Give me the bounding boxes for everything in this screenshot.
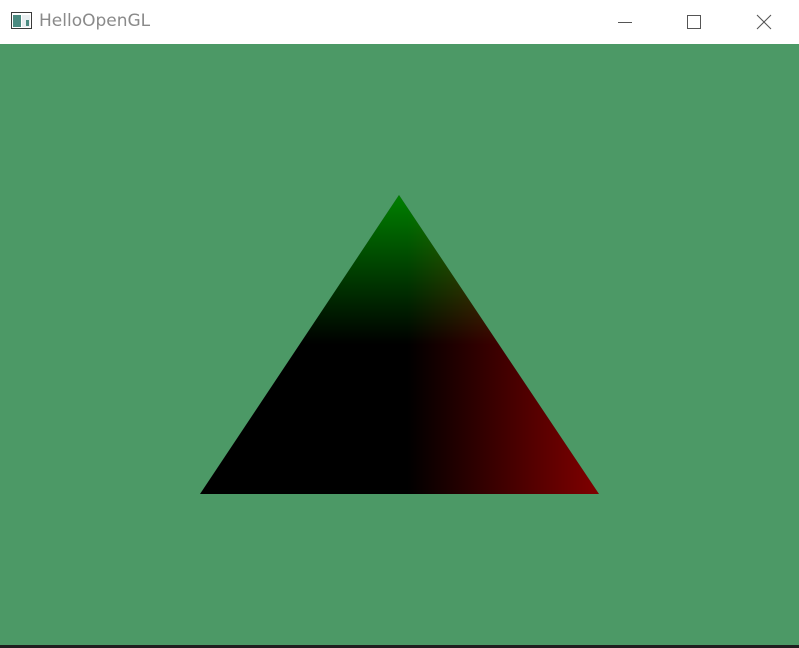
render-viewport[interactable]	[0, 44, 799, 645]
opengl-window: HelloOpenGL	[0, 0, 799, 648]
close-button[interactable]	[741, 0, 787, 44]
window-app-icon	[11, 12, 32, 29]
title-bar[interactable]: HelloOpenGL	[0, 0, 799, 44]
minimize-icon	[618, 22, 632, 23]
window-title: HelloOpenGL	[39, 11, 151, 31]
maximize-button[interactable]	[671, 0, 717, 44]
close-icon	[756, 14, 772, 30]
maximize-icon	[687, 15, 701, 29]
minimize-button[interactable]	[602, 0, 648, 44]
